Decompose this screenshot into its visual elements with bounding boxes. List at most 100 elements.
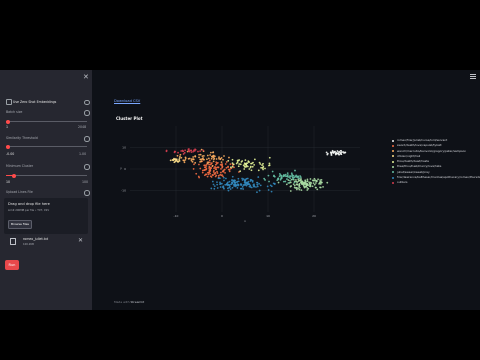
data-point [224, 171, 226, 174]
data-point [294, 187, 297, 189]
data-point [293, 184, 296, 187]
data-point [289, 185, 292, 188]
legend-marker [392, 139, 394, 142]
data-point [252, 185, 255, 188]
data-point [216, 181, 218, 184]
legend-label: outliers [397, 180, 408, 185]
remove-file-icon[interactable]: ✕ [78, 238, 83, 244]
data-point [295, 180, 298, 183]
data-point [236, 181, 238, 183]
browse-files-button[interactable]: Browse files [8, 220, 32, 229]
legend-item[interactable]: outliers [392, 180, 480, 185]
batch-size-max: 2048 [78, 125, 87, 129]
data-point [206, 154, 209, 157]
help-icon[interactable] [84, 190, 90, 196]
data-point [314, 182, 317, 184]
data-point [215, 158, 218, 160]
data-point [223, 179, 225, 182]
data-point [304, 180, 307, 183]
data-point [335, 151, 338, 154]
data-point [229, 163, 232, 166]
batch-size-slider[interactable] [6, 119, 87, 124]
run-button[interactable]: Run [5, 260, 19, 270]
help-icon[interactable] [84, 99, 90, 105]
data-point [208, 163, 210, 166]
min-cluster-slider[interactable] [6, 173, 87, 178]
sidebar: ✕ Use Zero Shot Embeddings Batch size 1 … [0, 70, 92, 310]
data-point [239, 170, 242, 173]
data-point [223, 155, 225, 157]
data-point [306, 180, 309, 182]
data-point [210, 157, 213, 160]
data-point [239, 163, 242, 166]
data-point [221, 165, 224, 168]
data-point [286, 178, 288, 180]
min-cluster-label: Minimum Cluster [6, 164, 34, 168]
data-point [237, 184, 240, 187]
data-point [183, 161, 186, 164]
data-point [169, 159, 172, 162]
slider-thumb[interactable] [12, 173, 16, 178]
similarity-threshold-slider[interactable] [6, 144, 87, 149]
help-icon[interactable] [84, 164, 90, 170]
data-point [250, 162, 252, 165]
legend-label: romeo/friar/juliet/nurse/lord/servant [397, 138, 448, 142]
zero-shot-checkbox[interactable] [6, 99, 12, 105]
data-point [250, 169, 253, 172]
data-point [206, 162, 209, 165]
data-point [313, 183, 316, 186]
data-point [212, 171, 215, 173]
zero-shot-label: Use Zero Shot Embeddings [13, 99, 57, 104]
data-point [198, 163, 200, 166]
data-point [244, 159, 247, 162]
data-point [322, 186, 324, 188]
data-point [225, 166, 228, 169]
similarity-threshold-max: 1.00 [79, 152, 87, 156]
data-point [219, 186, 222, 188]
data-point [268, 180, 270, 183]
data-point [190, 149, 193, 152]
data-point [223, 187, 225, 190]
data-point [249, 166, 252, 169]
data-point [253, 183, 255, 186]
data-point [286, 175, 289, 178]
file-dropzone[interactable]: Drag and drop file here Limit 200MB per … [4, 198, 88, 234]
data-point [222, 176, 225, 179]
data-point [202, 154, 205, 157]
help-icon[interactable] [84, 110, 90, 116]
data-point [263, 177, 266, 180]
legend-marker [392, 155, 394, 158]
data-point [207, 173, 210, 176]
data-point [192, 158, 195, 161]
data-point [199, 167, 202, 170]
slider-thumb[interactable] [6, 144, 10, 149]
legend-label: thee/thou/hast/mercy/love/hate [397, 164, 442, 169]
data-point [224, 163, 227, 165]
data-point [321, 181, 323, 184]
data-point [309, 184, 312, 186]
close-sidebar-icon[interactable]: ✕ [83, 74, 89, 81]
x-tick-label: 0 [221, 214, 223, 218]
data-point [197, 150, 199, 153]
data-point [234, 183, 237, 186]
data-point [220, 161, 223, 164]
data-point [262, 165, 265, 168]
slider-thumb[interactable] [6, 119, 10, 124]
help-icon[interactable] [84, 136, 90, 142]
data-point [287, 179, 290, 182]
data-point [296, 183, 298, 186]
footer-prefix: Made with [114, 300, 130, 304]
main-content: Download CSV Cluster Plot 10 0 -10 -10 0 10 20… [92, 70, 480, 310]
data-point [242, 188, 245, 190]
data-point [326, 152, 329, 155]
data-point [216, 183, 219, 186]
data-point [192, 168, 195, 170]
data-point [231, 186, 234, 189]
data-point [316, 188, 319, 191]
legend-label: sword/death/love/capulet/tybalt [397, 143, 442, 148]
data-point [267, 174, 270, 177]
data-point [334, 150, 336, 153]
plot-legend: romeo/friar/juliet/nurse/lord/servant swo… [392, 138, 480, 186]
footer-brand[interactable]: Streamlit [130, 300, 144, 304]
data-point [315, 179, 318, 182]
